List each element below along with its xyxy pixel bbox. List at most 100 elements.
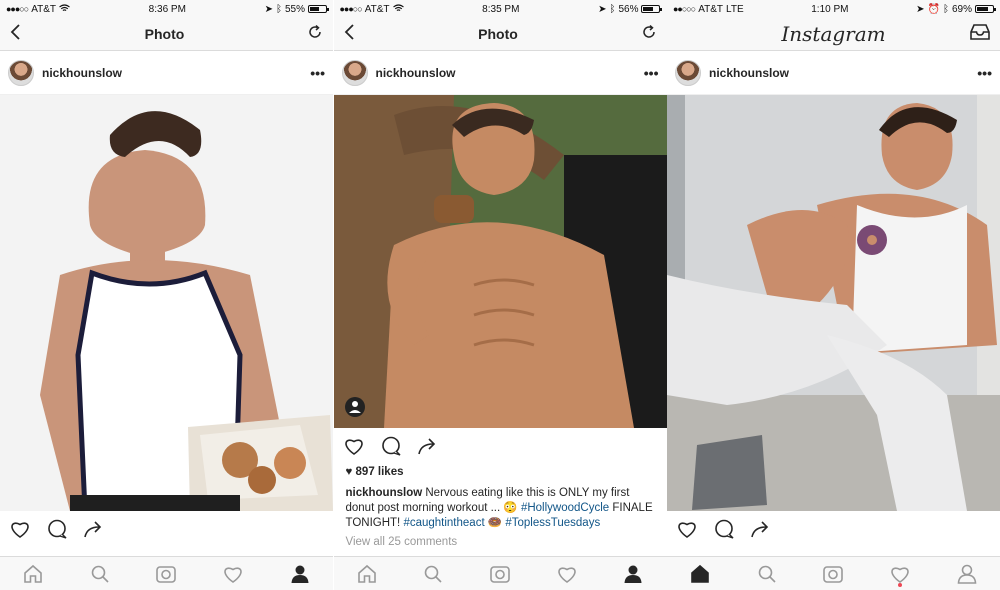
search-icon[interactable]	[87, 561, 113, 587]
battery-icon	[641, 5, 663, 13]
avatar[interactable]	[675, 59, 701, 86]
share-icon[interactable]	[750, 519, 770, 539]
small-heart-icon: ♥	[345, 466, 353, 478]
activity-heart-icon[interactable]	[554, 561, 580, 587]
emoji-icon: 😳	[503, 502, 518, 514]
heart-icon[interactable]	[9, 519, 31, 539]
home-icon[interactable]	[20, 561, 46, 587]
heart-icon[interactable]	[343, 436, 365, 456]
action-bar	[667, 511, 1000, 546]
battery-icon	[307, 5, 329, 13]
signal-icon: ●●●○○	[339, 4, 363, 14]
camera-icon[interactable]	[153, 561, 179, 587]
screen-3: ●●○○○ AT&T LTE 1:10 PM ➤ ⏰ ᛒ 69% Instagr…	[667, 0, 1000, 590]
instagram-logo: Instagram	[781, 22, 886, 46]
post-header: nickhounslow •••	[0, 51, 333, 95]
caption: nickhounslow Nervous eating like this is…	[346, 486, 655, 531]
post-username[interactable]: nickhounslow	[376, 66, 644, 80]
profile-icon[interactable]	[287, 561, 313, 587]
location-icon: ➤	[916, 3, 925, 15]
post-header: nickhounslow •••	[333, 51, 667, 95]
refresh-icon[interactable]	[307, 24, 323, 45]
carrier: AT&T	[698, 3, 724, 15]
battery-percent: 55%	[284, 3, 305, 15]
avatar[interactable]	[341, 59, 368, 86]
avatar[interactable]	[8, 59, 34, 86]
caption-username[interactable]: nickhounslow	[346, 487, 423, 499]
share-icon[interactable]	[417, 436, 437, 456]
screen-2: ●●●○○ AT&T 8:35 PM ➤ ᛒ 56% Photo nickhou…	[333, 0, 667, 590]
post-photo[interactable]	[333, 95, 667, 428]
carrier: AT&T	[31, 3, 57, 15]
share-icon[interactable]	[83, 519, 103, 539]
home-icon[interactable]	[354, 561, 380, 587]
activity-heart-icon[interactable]	[220, 561, 246, 587]
inbox-icon[interactable]	[970, 23, 990, 46]
heart-icon[interactable]	[676, 519, 698, 539]
bluetooth-icon: ᛒ	[275, 3, 282, 15]
more-options-icon[interactable]: •••	[977, 65, 992, 81]
tab-bar	[0, 556, 333, 590]
more-options-icon[interactable]: •••	[310, 65, 325, 81]
battery-icon	[974, 5, 996, 13]
nav-bar: Instagram	[667, 18, 1000, 51]
alarm-icon: ⏰	[927, 3, 940, 15]
tab-bar	[333, 556, 667, 590]
nav-bar: Photo	[0, 18, 333, 51]
screenshot-collage: ●●●○○ AT&T 8:36 PM ➤ ᛒ 55% Photo nickhou…	[0, 0, 1000, 590]
back-chevron-icon[interactable]	[10, 23, 22, 45]
carrier: AT&T	[364, 3, 390, 15]
action-bar	[334, 428, 667, 463]
activity-heart-icon[interactable]	[887, 561, 913, 587]
profile-icon[interactable]	[954, 561, 980, 587]
post-username[interactable]: nickhounslow	[42, 66, 310, 80]
notification-dot	[898, 582, 903, 587]
photo-illustration	[333, 95, 667, 428]
battery-percent: 56%	[618, 3, 639, 15]
page-title: Photo	[144, 26, 185, 42]
post-photo[interactable]	[0, 95, 333, 511]
camera-icon[interactable]	[487, 561, 513, 587]
hashtag-link[interactable]: #HollywoodCycle	[521, 502, 609, 514]
nav-bar: Photo	[333, 18, 667, 51]
hashtag-link[interactable]: #ToplessTuesdays	[505, 517, 600, 529]
likes-label: 897 likes	[355, 466, 404, 478]
tab-bar	[667, 556, 1000, 590]
comment-icon[interactable]	[47, 519, 67, 539]
back-chevron-icon[interactable]	[344, 23, 356, 45]
network-type: LTE	[726, 3, 744, 15]
photo-illustration	[667, 95, 1000, 511]
screen-1: ●●●○○ AT&T 8:36 PM ➤ ᛒ 55% Photo nickhou…	[0, 0, 333, 590]
status-bar: ●●●○○ AT&T 8:36 PM ➤ ᛒ 55%	[0, 0, 333, 18]
comment-icon[interactable]	[714, 519, 734, 539]
location-icon: ➤	[598, 3, 607, 15]
post-meta: ♥ 897 likes nickhounslow Nervous eating …	[334, 465, 667, 550]
photo-illustration	[0, 95, 333, 511]
wifi-icon	[59, 3, 70, 15]
battery-percent: 69%	[951, 3, 972, 15]
post-username[interactable]: nickhounslow	[709, 66, 977, 80]
search-icon[interactable]	[754, 561, 780, 587]
more-options-icon[interactable]: •••	[644, 65, 659, 81]
status-bar: ●●○○○ AT&T LTE 1:10 PM ➤ ⏰ ᛒ 69%	[667, 0, 1000, 18]
post-photo[interactable]	[667, 95, 1000, 511]
hashtag-link[interactable]: #caughtintheact	[403, 517, 484, 529]
status-time: 8:35 PM	[482, 3, 520, 15]
status-time: 8:36 PM	[148, 3, 186, 15]
camera-icon[interactable]	[820, 561, 846, 587]
signal-icon: ●●○○○	[673, 4, 696, 14]
location-icon: ➤	[264, 3, 273, 15]
page-title: Photo	[478, 26, 518, 42]
profile-icon[interactable]	[620, 561, 646, 587]
signal-icon: ●●●○○	[6, 4, 29, 14]
comment-icon[interactable]	[381, 436, 401, 456]
search-icon[interactable]	[420, 561, 446, 587]
status-bar: ●●●○○ AT&T 8:35 PM ➤ ᛒ 56%	[333, 0, 667, 18]
view-comments-link[interactable]: View all 25 comments	[346, 535, 655, 550]
wifi-icon	[392, 3, 404, 15]
bluetooth-icon: ᛒ	[942, 3, 949, 15]
likes-count[interactable]: ♥ 897 likes	[346, 465, 655, 480]
refresh-icon[interactable]	[641, 24, 657, 45]
donut-emoji-icon: 🍩	[487, 517, 503, 529]
home-icon[interactable]	[687, 561, 713, 587]
